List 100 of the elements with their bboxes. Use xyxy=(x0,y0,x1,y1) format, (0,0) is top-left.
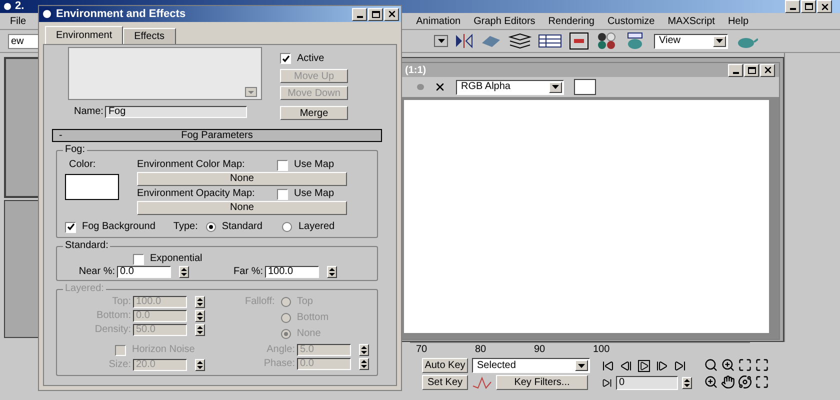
clear-icon[interactable] xyxy=(434,81,446,93)
maximize-button[interactable] xyxy=(368,8,383,20)
zoom-all-icon[interactable] xyxy=(721,358,735,372)
group-title: Fog: xyxy=(63,144,88,156)
radio-button[interactable] xyxy=(206,222,216,232)
close-button[interactable] xyxy=(817,0,832,13)
caret-icon xyxy=(713,36,726,46)
field-label: Angle: xyxy=(266,344,295,356)
auto-key-button[interactable]: Auto Key xyxy=(422,358,468,373)
menu-item[interactable]: Animation xyxy=(416,14,461,28)
schematic-icon[interactable] xyxy=(568,32,590,50)
type-label: Type: xyxy=(173,221,198,233)
close-icon xyxy=(386,9,396,19)
minimize-button[interactable] xyxy=(352,8,367,20)
field-label: Bottom: xyxy=(96,310,131,322)
window-title: (1:1) xyxy=(405,64,426,78)
merge-button[interactable]: Merge xyxy=(280,106,348,120)
previous-frame-icon[interactable] xyxy=(620,360,632,372)
set-key-button[interactable]: Set Key xyxy=(422,375,468,390)
ruler-label: 80 xyxy=(475,343,488,356)
rollout-header[interactable]: - Fog Parameters xyxy=(52,129,382,142)
caret-icon[interactable] xyxy=(434,35,448,47)
checkbox[interactable] xyxy=(277,188,288,200)
radio-label: None xyxy=(296,328,321,340)
orbit-icon[interactable] xyxy=(738,375,752,389)
channel-dropdown[interactable]: RGB Alpha xyxy=(456,80,564,94)
zoom-extents-icon[interactable] xyxy=(738,358,752,372)
minimize-button[interactable] xyxy=(785,0,800,13)
key-filters-button[interactable]: Key Filters... xyxy=(496,375,588,390)
menu-item[interactable]: Graph Editors xyxy=(474,14,536,28)
caret-icon xyxy=(575,360,588,371)
checkbox-label: Exponential xyxy=(150,253,202,265)
scroll-arrow-button[interactable] xyxy=(245,87,257,97)
caret-icon xyxy=(248,90,254,94)
checkbox[interactable] xyxy=(280,53,291,64)
app-logo-icon xyxy=(41,8,53,20)
tab[interactable]: Environment xyxy=(45,26,124,44)
radio-label: Layered xyxy=(298,221,335,233)
curve-icon[interactable] xyxy=(472,376,492,390)
checkbox-label: Active xyxy=(297,52,324,66)
name-field[interactable]: Fog xyxy=(105,106,248,118)
group-title: Layered: xyxy=(63,283,106,295)
checkbox[interactable] xyxy=(65,222,76,232)
color-swatch[interactable] xyxy=(574,79,596,95)
spinner-button[interactable] xyxy=(179,266,189,278)
key-mode-dropdown[interactable]: Selected xyxy=(472,358,590,373)
close-button[interactable] xyxy=(760,64,775,76)
menu-item[interactable]: MAXScript xyxy=(668,14,715,28)
spinner-button[interactable] xyxy=(682,377,692,389)
radio-label: Standard xyxy=(222,221,262,233)
layers-icon[interactable] xyxy=(508,33,532,49)
field-label: Near %: xyxy=(78,266,115,278)
spinner-button[interactable] xyxy=(327,266,337,278)
field-label: Density: xyxy=(94,324,131,336)
menu-item[interactable]: Customize xyxy=(607,14,655,28)
number-field[interactable]: 0.0 xyxy=(117,266,171,278)
app-logo-icon xyxy=(2,1,13,12)
field-label: Phase: xyxy=(262,358,295,370)
spreadsheet-icon[interactable] xyxy=(538,33,562,49)
menu-item[interactable]: File xyxy=(10,14,26,28)
maximize-button[interactable] xyxy=(744,64,759,76)
field-label: Top: xyxy=(111,296,131,308)
minimize-button[interactable] xyxy=(728,64,743,76)
view-dropdown[interactable]: View xyxy=(654,34,728,48)
zoom-icon[interactable] xyxy=(704,358,718,372)
caret-icon xyxy=(549,82,562,92)
mirror-icon[interactable] xyxy=(454,33,474,49)
close-button[interactable] xyxy=(384,8,399,20)
go-to-start-icon[interactable] xyxy=(602,360,614,372)
map-label: Environment Color Map: xyxy=(137,159,246,171)
tab[interactable]: Effects xyxy=(123,28,176,44)
next-frame-icon[interactable] xyxy=(656,360,668,372)
number-field[interactable]: 100.0 xyxy=(265,266,319,278)
color-swatch[interactable] xyxy=(65,174,119,200)
window-title: Environment and Effects xyxy=(56,6,186,22)
checkbox[interactable] xyxy=(277,160,288,170)
pan-icon[interactable] xyxy=(721,375,735,389)
menu-item[interactable]: Rendering xyxy=(548,14,594,28)
map-button[interactable]: None xyxy=(137,172,347,186)
ruler-label: 100 xyxy=(593,343,611,356)
maximize-button[interactable] xyxy=(801,0,816,13)
map-label: Environment Opacity Map: xyxy=(137,188,256,200)
go-to-end-icon[interactable] xyxy=(674,360,686,372)
region-zoom-icon[interactable] xyxy=(704,375,718,389)
radio-label: Bottom xyxy=(296,312,329,324)
field-label: Far %: xyxy=(232,266,263,278)
ruler-label: 70 xyxy=(416,343,428,356)
spheres-icon[interactable] xyxy=(596,32,618,50)
checkbox[interactable] xyxy=(133,254,144,264)
name-label: Name: xyxy=(74,105,104,119)
effects-list[interactable] xyxy=(68,47,262,100)
checkbox-label: Fog Background xyxy=(82,221,156,233)
menu-item[interactable]: Help xyxy=(728,14,749,28)
falloff-label: Falloff: xyxy=(245,296,275,309)
radio-button[interactable] xyxy=(282,222,292,232)
play-icon[interactable] xyxy=(638,360,650,372)
close-icon xyxy=(762,65,772,75)
color-label: Color: xyxy=(69,159,97,171)
map-button[interactable]: None xyxy=(137,201,347,215)
frame-field[interactable]: 0 xyxy=(616,376,678,390)
